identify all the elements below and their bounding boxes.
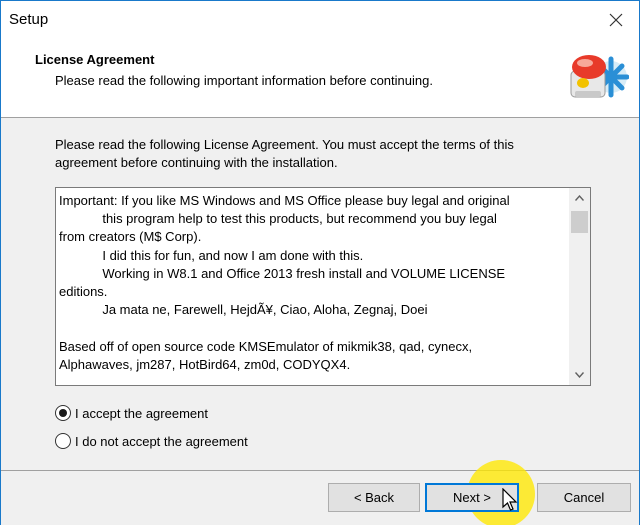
decline-radio-option[interactable]: I do not accept the agreement	[55, 433, 248, 449]
decline-label: I do not accept the agreement	[75, 433, 248, 449]
license-scrollbar[interactable]	[569, 188, 590, 385]
accept-radio[interactable]	[55, 405, 71, 421]
accept-radio-option[interactable]: I accept the agreement	[55, 405, 208, 421]
scroll-thumb[interactable]	[571, 211, 588, 233]
license-textbox[interactable]: Important: If you like MS Windows and MS…	[55, 187, 591, 386]
chevron-up-icon	[575, 195, 584, 201]
intro-line: agreement before continuing with the ins…	[55, 155, 338, 170]
intro-text: Please read the following License Agreem…	[55, 136, 585, 172]
decline-radio[interactable]	[55, 433, 71, 449]
wizard-header: License Agreement Please read the follow…	[1, 39, 639, 118]
setup-window: Setup License Agreement Please read the …	[0, 0, 640, 525]
page-subtitle: Please read the following important info…	[55, 73, 433, 88]
footer-divider	[1, 470, 639, 471]
setup-logo-icon	[570, 55, 629, 98]
chevron-down-icon	[575, 372, 584, 378]
next-button[interactable]: Next >	[425, 483, 519, 512]
scroll-up-button[interactable]	[569, 188, 590, 208]
back-button[interactable]: < Back	[328, 483, 420, 512]
close-icon	[609, 13, 623, 27]
accept-label: I accept the agreement	[75, 405, 208, 421]
close-button[interactable]	[593, 1, 639, 39]
title-bar: Setup	[1, 1, 639, 39]
page-title: License Agreement	[35, 52, 155, 67]
cancel-button[interactable]: Cancel	[537, 483, 631, 512]
scroll-down-button[interactable]	[569, 365, 590, 385]
license-text: Important: If you like MS Windows and MS…	[59, 193, 510, 372]
intro-line: Please read the following License Agreem…	[55, 137, 514, 152]
window-title: Setup	[9, 11, 49, 28]
